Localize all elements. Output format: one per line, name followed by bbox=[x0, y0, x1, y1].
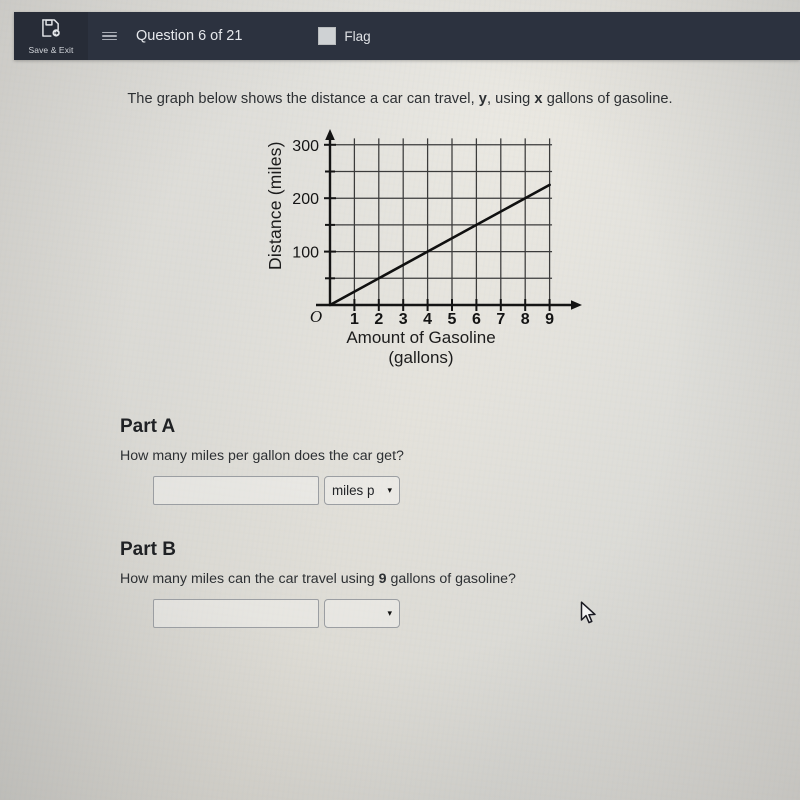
y-axis-label: Distance (miles) bbox=[265, 141, 285, 270]
part-a-answer-input[interactable] bbox=[153, 476, 319, 505]
y-tick-label: 300 bbox=[292, 138, 319, 155]
x-tick-label: 6 bbox=[472, 311, 481, 328]
x-tick-label: 9 bbox=[545, 311, 554, 328]
y-tick-label: 200 bbox=[292, 191, 319, 208]
data-line bbox=[328, 183, 551, 307]
origin-label: O bbox=[310, 307, 322, 326]
axes bbox=[316, 129, 582, 310]
x-tick-label: 2 bbox=[374, 311, 383, 328]
assessment-top-bar: Save & Exit Question 6 of 21 Flag bbox=[14, 12, 800, 60]
part-a-title: Part A bbox=[120, 416, 176, 437]
x-axis-label: Amount of Gasoline bbox=[346, 328, 496, 347]
prompt-var-y: y bbox=[478, 91, 487, 107]
part-b-title: Part B bbox=[120, 539, 176, 560]
prompt-text-3: gallons of gasoline. bbox=[542, 91, 673, 107]
part-b-question: How many miles can the car travel using … bbox=[120, 571, 800, 587]
x-tick-label: 8 bbox=[521, 311, 530, 328]
part-b-section: Part B How many miles can the car travel… bbox=[0, 539, 800, 628]
hamburger-line bbox=[101, 38, 117, 41]
y-axis-tick-labels: 100 200 300 bbox=[292, 138, 319, 262]
x-axis-tick-labels: 123456789 bbox=[350, 311, 554, 328]
part-b-answer-row: ▾ bbox=[120, 599, 800, 628]
part-b-unit-dropdown[interactable]: ▾ bbox=[324, 599, 400, 628]
axis-ticks bbox=[324, 143, 551, 311]
chevron-down-icon: ▾ bbox=[387, 485, 392, 495]
graph-figure: Distance (miles) 100 200 300 123456789 O A… bbox=[0, 123, 800, 398]
part-a-answer-row: miles p ▾ bbox=[120, 476, 800, 505]
prompt-text-2: , using bbox=[486, 91, 535, 107]
part-a-unit-dropdown[interactable]: miles p ▾ bbox=[324, 476, 400, 505]
save-and-exit-button[interactable]: Save & Exit bbox=[14, 12, 88, 60]
y-tick-label: 100 bbox=[292, 245, 319, 262]
part-b-answer-input[interactable] bbox=[153, 599, 319, 628]
x-axis-label-unit: (gallons) bbox=[388, 348, 454, 368]
question-content: The graph below shows the distance a car… bbox=[0, 62, 800, 628]
grid-lines bbox=[330, 138, 553, 305]
hamburger-line bbox=[101, 31, 117, 34]
prompt-var-x: x bbox=[534, 91, 543, 107]
save-and-exit-label: Save & Exit bbox=[28, 45, 74, 55]
chevron-down-icon: ▾ bbox=[387, 608, 392, 618]
flag-label: Flag bbox=[344, 28, 371, 44]
part-b-question-text-2: gallons of gasoline? bbox=[386, 571, 516, 587]
part-b-question-text-1: How many miles can the car travel using bbox=[120, 571, 379, 587]
x-tick-label: 5 bbox=[448, 311, 457, 328]
part-a-section: Part A How many miles per gallon does th… bbox=[0, 416, 800, 505]
x-tick-label: 3 bbox=[399, 311, 408, 328]
part-a-question: How many miles per gallon does the car g… bbox=[120, 448, 404, 464]
x-tick-label: 4 bbox=[423, 311, 432, 328]
hamburger-menu-icon[interactable] bbox=[88, 12, 130, 60]
x-tick-label: 1 bbox=[350, 311, 359, 328]
prompt-text-1: The graph below shows the distance a car… bbox=[127, 91, 479, 107]
coordinate-plot: 100 200 300 123456789 O bbox=[292, 129, 582, 328]
flag-question-button[interactable]: Flag bbox=[318, 12, 371, 60]
flag-checkbox-icon[interactable] bbox=[318, 27, 337, 45]
part-a-unit-value: miles p bbox=[332, 483, 375, 498]
x-tick-label: 7 bbox=[496, 311, 505, 328]
question-counter: Question 6 of 21 bbox=[136, 28, 243, 44]
question-prompt: The graph below shows the distance a car… bbox=[0, 91, 800, 107]
hamburger-line bbox=[101, 35, 117, 37]
save-disk-icon bbox=[40, 17, 62, 44]
part-b-question-value: 9 bbox=[378, 571, 387, 587]
x-axis-label-block: Amount of Gasoline (gallons) bbox=[0, 328, 800, 369]
